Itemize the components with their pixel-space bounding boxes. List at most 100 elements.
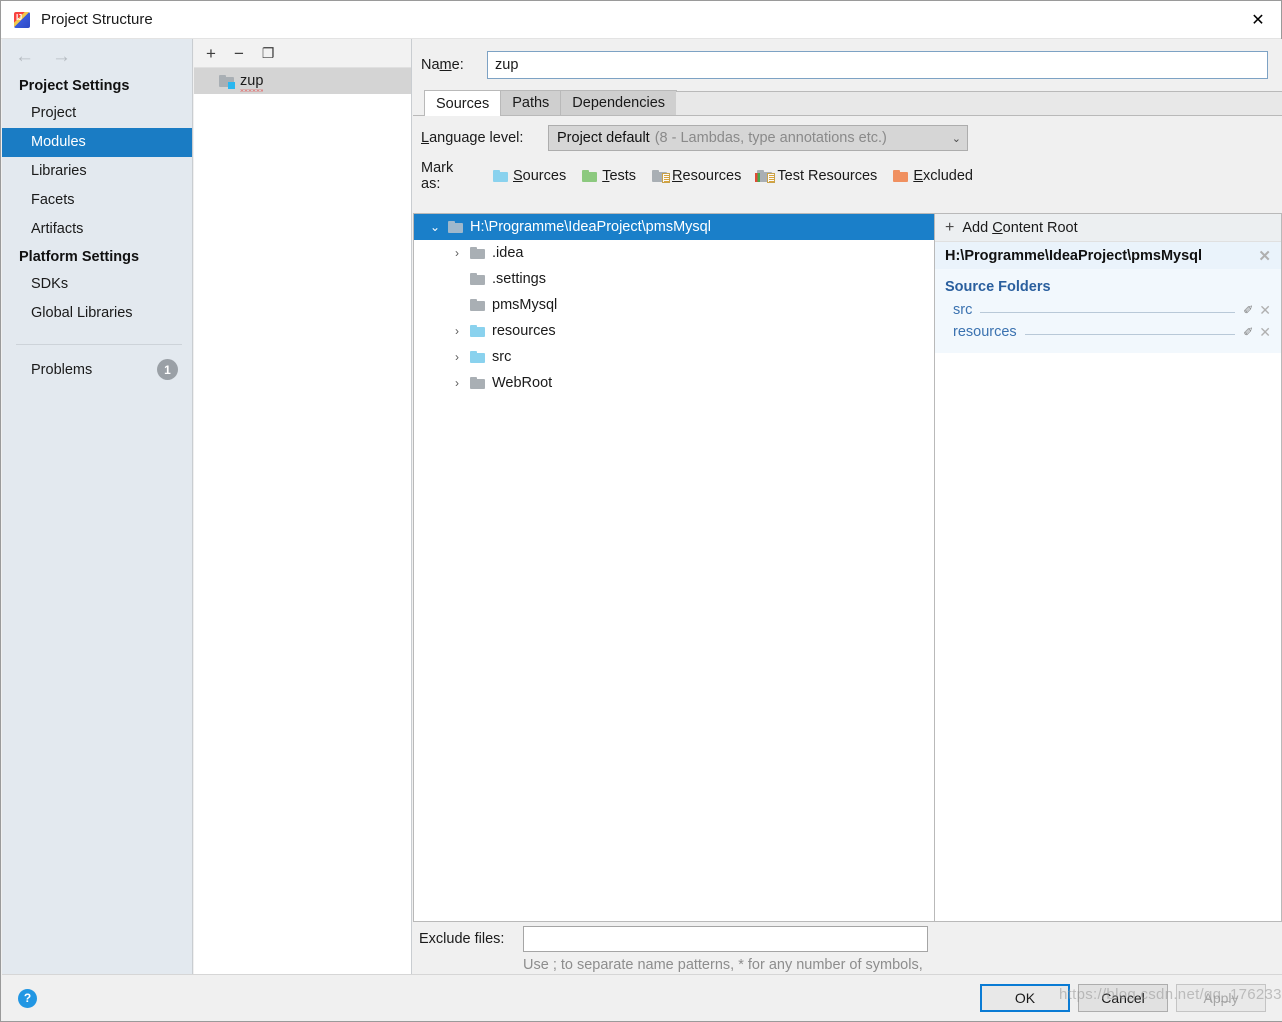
apply-button[interactable]: Apply	[1176, 984, 1266, 1012]
module-folder-icon	[219, 75, 235, 89]
sidebar-item-artifacts[interactable]: Artifacts	[2, 215, 192, 244]
name-field-label: Name:	[421, 57, 464, 73]
exclude-files-label: Exclude files:	[419, 931, 505, 947]
mark-as-sources-label: Sources	[513, 168, 567, 184]
sidebar-item-global-libraries[interactable]: Global Libraries	[2, 299, 192, 328]
intellij-idea-icon	[14, 11, 30, 28]
language-level-label: Language level:	[421, 130, 524, 146]
ok-button[interactable]: OK	[980, 984, 1070, 1012]
table-row[interactable]: pmsMysql	[414, 292, 934, 318]
table-row[interactable]: .settings	[414, 266, 934, 292]
cancel-button[interactable]: Cancel	[1078, 984, 1168, 1012]
copy-module-icon[interactable]: ❐	[262, 46, 275, 60]
add-module-icon[interactable]: +	[206, 45, 216, 62]
tab-paths[interactable]: Paths	[500, 90, 562, 115]
row-rule	[1024, 325, 1236, 335]
sidebar-item-facets[interactable]: Facets	[2, 186, 192, 215]
content-root-tree[interactable]: ⌄ H:\Programme\IdeaProject\pmsMysql › .i…	[413, 213, 934, 922]
source-folder-name[interactable]: src	[953, 302, 972, 318]
folder-icon	[470, 377, 485, 389]
chevron-right-icon[interactable]: ›	[444, 376, 470, 390]
project-structure-dialog: Project Structure ✕ ← → Project Settings…	[0, 0, 1282, 1022]
folder-icon	[470, 247, 485, 259]
mark-as-tests-label: Tests	[602, 168, 637, 184]
back-arrow-icon[interactable]: ←	[15, 47, 34, 66]
settings-sidebar: ← → Project Settings Project Modules Lib…	[2, 39, 193, 974]
remove-source-folder-icon[interactable]: ✕	[1259, 302, 1271, 319]
editor-tabs: Sources Paths Dependencies	[413, 90, 1282, 116]
mark-as-excluded-button[interactable]: Excluded	[893, 168, 973, 184]
folder-icon	[470, 299, 485, 311]
table-row[interactable]: › src	[414, 344, 934, 370]
folder-test-resources-icon	[755, 170, 776, 183]
chevron-right-icon[interactable]: ›	[444, 324, 470, 338]
mark-as-tests-button[interactable]: Tests	[582, 168, 636, 184]
mark-as-label: Mark as:	[421, 160, 454, 192]
folder-orange-icon	[893, 170, 909, 182]
sidebar-group-project-settings: Project Settings	[19, 78, 130, 94]
mark-as-resources-label: Resources	[672, 168, 742, 184]
chevron-right-icon[interactable]: ›	[444, 350, 470, 364]
list-item[interactable]: resources ✐ ✕	[935, 321, 1281, 343]
language-level-hint: (8 - Lambdas, type annotations etc.)	[654, 130, 887, 146]
content-root-header: H:\Programme\IdeaProject\pmsMysql ✕	[935, 242, 1281, 269]
exclude-files-input[interactable]	[523, 926, 928, 952]
edit-pencil-icon[interactable]: ✐	[1243, 325, 1253, 339]
folder-icon	[470, 273, 485, 285]
remove-module-icon[interactable]: −	[234, 45, 244, 62]
folder-blue-icon	[493, 170, 508, 182]
language-level-value: Project default	[557, 130, 650, 146]
dialog-button-bar: ? OK Cancel Apply	[2, 974, 1282, 1021]
sidebar-item-sdks[interactable]: SDKs	[2, 270, 192, 299]
chevron-down-icon: ⌄	[951, 132, 961, 145]
module-editor-pane: Name: Sources Paths Dependencies Languag…	[413, 39, 1282, 994]
forward-arrow-icon[interactable]: →	[52, 47, 71, 66]
list-item[interactable]: src ✐ ✕	[935, 299, 1281, 321]
sidebar-group-platform-settings: Platform Settings	[19, 249, 140, 265]
remove-content-root-icon[interactable]: ✕	[1258, 247, 1271, 265]
mark-as-sources-button[interactable]: Sources	[493, 168, 566, 184]
folder-green-icon	[582, 170, 598, 182]
mark-as-test-resources-label: Test Resources	[777, 168, 878, 184]
module-toolbar: + − ❐	[194, 39, 411, 68]
dialog-buttons: OK Cancel Apply	[980, 984, 1266, 1012]
tab-dependencies[interactable]: Dependencies	[560, 90, 678, 115]
tree-node-label: WebRoot	[492, 375, 553, 391]
add-content-root-button[interactable]: + Add Content Root	[935, 214, 1281, 242]
table-row[interactable]: › resources	[414, 318, 934, 344]
source-folder-name[interactable]: resources	[953, 324, 1017, 340]
close-icon[interactable]: ✕	[1235, 1, 1281, 38]
table-row[interactable]: › WebRoot	[414, 370, 934, 396]
sidebar-item-problems[interactable]: Problems 1	[2, 355, 192, 384]
list-item[interactable]: zup	[194, 68, 411, 94]
tree-node-label: src	[492, 349, 512, 365]
title-bar: Project Structure ✕	[1, 1, 1281, 39]
tab-sources[interactable]: Sources	[424, 90, 502, 116]
navigation-arrows: ← →	[2, 39, 192, 73]
folder-resources-icon	[652, 170, 671, 183]
chevron-down-icon[interactable]: ⌄	[422, 220, 448, 234]
remove-source-folder-icon[interactable]: ✕	[1259, 324, 1271, 341]
tree-node-label: resources	[492, 323, 556, 339]
sidebar-item-libraries[interactable]: Libraries	[2, 157, 192, 186]
mark-as-excluded-label: Excluded	[913, 168, 973, 184]
edit-pencil-icon[interactable]: ✐	[1243, 303, 1253, 317]
language-level-dropdown[interactable]: Project default (8 - Lambdas, type annot…	[548, 125, 968, 151]
mark-as-test-resources-button[interactable]: Test Resources	[755, 168, 878, 184]
folder-icon	[448, 221, 463, 233]
folder-source-icon	[470, 325, 485, 337]
table-row[interactable]: ⌄ H:\Programme\IdeaProject\pmsMysql	[414, 214, 934, 240]
module-name-input[interactable]	[487, 51, 1268, 79]
row-rule	[980, 303, 1236, 313]
module-list-panel: + − ❐ zup	[194, 39, 412, 974]
folder-source-icon	[470, 351, 485, 363]
window-title: Project Structure	[41, 11, 153, 28]
table-row[interactable]: › .idea	[414, 240, 934, 266]
sidebar-item-project[interactable]: Project	[2, 99, 192, 128]
mark-as-resources-button[interactable]: Resources	[652, 168, 741, 184]
module-name-label: zup	[240, 73, 264, 92]
help-icon[interactable]: ?	[18, 988, 37, 1008]
sidebar-item-modules[interactable]: Modules	[2, 128, 192, 157]
chevron-right-icon[interactable]: ›	[444, 246, 470, 260]
add-content-root-label: Add Content Root	[962, 219, 1078, 236]
